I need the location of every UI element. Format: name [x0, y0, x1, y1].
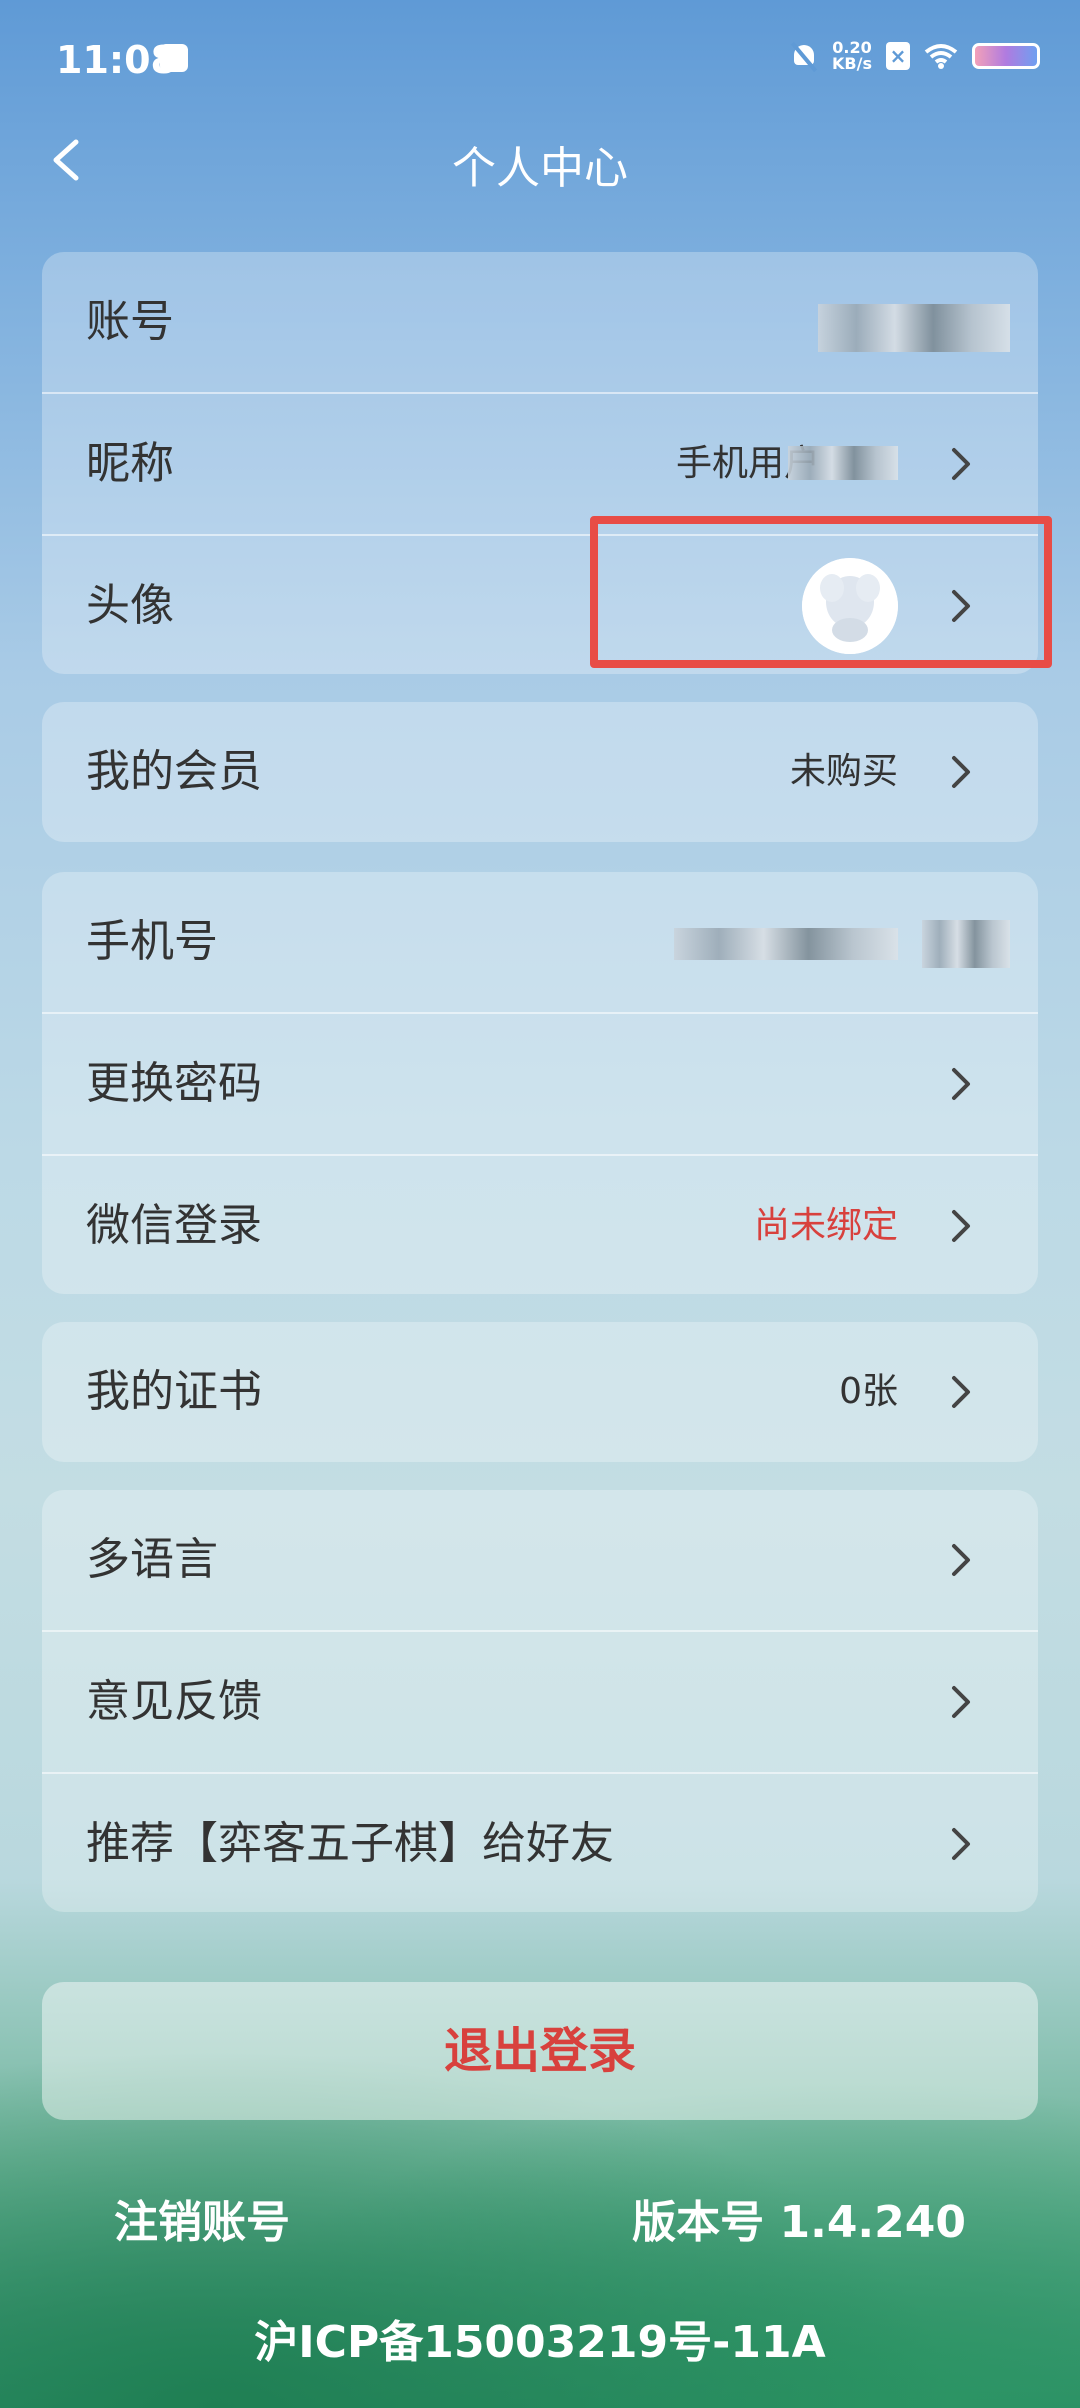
nickname-label: 昵称 [86, 438, 174, 489]
wifi-icon [924, 44, 958, 69]
language-label: 多语言 [86, 1534, 218, 1585]
version-text: 版本号 1.4.240 [632, 2197, 966, 2248]
account-label: 账号 [86, 296, 174, 347]
phone-suffix-redacted [922, 920, 1010, 968]
nickname-value-redacted [788, 446, 898, 480]
avatar-mascot-icon [802, 558, 898, 654]
chevron-right-icon [952, 1686, 970, 1718]
account-info-card: 账号 昵称 手机用户 头像 [42, 252, 1038, 674]
account-row[interactable]: 账号 [42, 252, 1038, 394]
wechat-login-label: 微信登录 [86, 1200, 262, 1251]
recommend-label: 推荐【弈客五子棋】给好友 [86, 1818, 614, 1869]
change-password-row[interactable]: 更换密码 [42, 1014, 1038, 1156]
avatar[interactable] [802, 558, 898, 654]
avatar-label: 头像 [86, 580, 174, 631]
certificate-card: 我的证书 0张 [42, 1322, 1038, 1462]
phone-label: 手机号 [86, 916, 218, 967]
wechat-login-row[interactable]: 微信登录 尚未绑定 [42, 1156, 1038, 1294]
logout-button[interactable]: 退出登录 [42, 1982, 1038, 2120]
icp-license-text: 沪ICP备15003219号-11A [254, 2317, 826, 2368]
chevron-right-icon [952, 756, 970, 788]
battery-icon [972, 43, 1040, 69]
chevron-right-icon [952, 1544, 970, 1576]
chevron-right-icon [952, 1376, 970, 1408]
change-password-label: 更换密码 [86, 1058, 262, 1109]
avatar-row[interactable]: 头像 [42, 536, 1038, 674]
membership-row[interactable]: 我的会员 未购买 [42, 702, 1038, 842]
sim-off-icon: × [886, 42, 910, 70]
nickname-row[interactable]: 昵称 手机用户 [42, 394, 1038, 536]
network-speed-unit: KB/s [832, 54, 872, 73]
status-bar: 11:08 0.20 KB/s × [0, 0, 1080, 120]
certificate-row[interactable]: 我的证书 0张 [42, 1322, 1038, 1462]
feedback-label: 意见反馈 [86, 1676, 262, 1727]
certificate-label: 我的证书 [86, 1366, 262, 1417]
chevron-right-icon [952, 1210, 970, 1242]
chevron-right-icon [952, 590, 970, 622]
security-card: 手机号 更换密码 微信登录 尚未绑定 [42, 872, 1038, 1294]
wechat-login-status: 尚未绑定 [753, 1205, 898, 1246]
membership-value: 未购买 [789, 751, 898, 792]
account-value-redacted [818, 304, 1010, 352]
calendar-app-icon [160, 44, 188, 72]
membership-label: 我的会员 [86, 746, 262, 797]
phone-row[interactable]: 手机号 [42, 872, 1038, 1014]
network-speed: 0.20 KB/s [832, 40, 872, 72]
status-time: 11:08 [56, 38, 177, 82]
chevron-right-icon [952, 1828, 970, 1860]
misc-card: 多语言 意见反馈 推荐【弈客五子棋】给好友 [42, 1490, 1038, 1912]
status-icons: 0.20 KB/s × [790, 40, 1040, 72]
feedback-row[interactable]: 意见反馈 [42, 1632, 1038, 1774]
membership-card: 我的会员 未购买 [42, 702, 1038, 842]
cancel-account-link[interactable]: 注销账号 [114, 2186, 290, 2250]
chevron-right-icon [952, 448, 970, 480]
mute-bell-icon [790, 41, 818, 71]
certificate-count: 0张 [839, 1371, 898, 1412]
phone-value-redacted [674, 928, 898, 960]
chevron-right-icon [952, 1068, 970, 1100]
page-title: 个人中心 [452, 143, 628, 194]
language-row[interactable]: 多语言 [42, 1490, 1038, 1632]
recommend-row[interactable]: 推荐【弈客五子棋】给好友 [42, 1774, 1038, 1912]
